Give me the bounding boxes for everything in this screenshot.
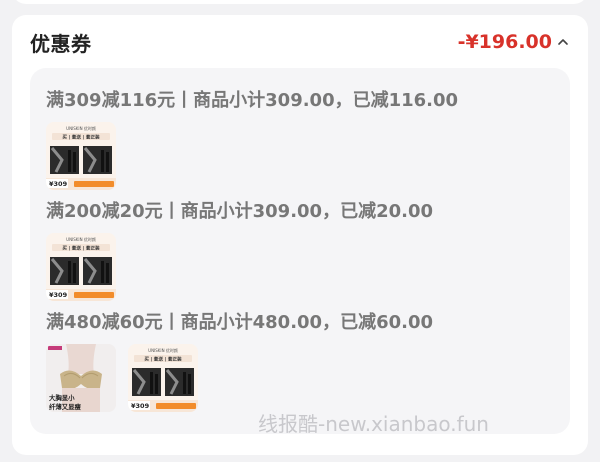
product-thumbnail[interactable]: UNISKIN 优时颜 买 | 套送 | 套正装 ¥309 xyxy=(46,122,116,190)
promotion-label: 满309减116元丨商品小计309.00，已减116.00 xyxy=(46,90,459,111)
product-header: UNISKIN 优时颜 xyxy=(148,347,178,353)
product-price: ¥309 xyxy=(49,180,68,188)
promotion-label: 满480减60元丨商品小计480.00，已减60.00 xyxy=(46,312,434,333)
product-caption: 纤薄又显瘦 xyxy=(49,402,82,411)
coupon-total-toggle[interactable]: -¥196.00 xyxy=(458,31,570,53)
product-thumbnail[interactable]: UNISKIN 优时颜 买 | 套送 | 套正装 ¥309 xyxy=(128,344,198,412)
product-thumbnails: UNISKIN 优时颜 买 | 套送 | 套正装 ¥309 xyxy=(46,122,116,190)
product-header: UNISKIN 优时颜 xyxy=(66,125,96,131)
product-caption: 大胸显小 xyxy=(49,393,75,402)
section-title: 优惠券 xyxy=(30,31,92,56)
product-promo: 买 | 套送 | 套正装 xyxy=(62,134,100,141)
product-price: ¥309 xyxy=(131,402,150,410)
product-price: ¥309 xyxy=(49,291,68,299)
product-promo: 买 | 套送 | 套正装 xyxy=(62,245,100,252)
product-thumbnail[interactable]: 大胸显小 纤薄又显瘦 xyxy=(46,344,116,412)
product-thumbnail[interactable]: UNISKIN 优时颜 买 | 套送 | 套正装 ¥309 xyxy=(46,233,116,301)
product-promo: 买 | 套送 | 套正装 xyxy=(144,356,182,363)
chevron-up-icon xyxy=(558,39,568,45)
product-thumbnails: UNISKIN 优时颜 买 | 套送 | 套正装 ¥309 xyxy=(46,233,116,301)
coupon-header: 优惠券 -¥196.00 xyxy=(30,27,570,57)
promotion-label: 满200减20元丨商品小计309.00，已减20.00 xyxy=(46,201,434,222)
coupon-card: 优惠券 -¥196.00 满309减116元丨商品小计309.00，已减116.… xyxy=(12,15,588,455)
promotions-list: 满309减116元丨商品小计309.00，已减116.00 UNISKIN 优时… xyxy=(30,68,570,436)
product-thumbnails: 大胸显小 纤薄又显瘦 UNISKIN 优时颜 买 | 套送 | 套正装 ¥309 xyxy=(46,344,198,412)
total-discount: -¥196.00 xyxy=(457,31,552,53)
product-header: UNISKIN 优时颜 xyxy=(66,236,96,242)
watermark: 线报酷-new.xianbao.fun xyxy=(258,412,489,436)
previous-card-bottom xyxy=(12,0,588,4)
